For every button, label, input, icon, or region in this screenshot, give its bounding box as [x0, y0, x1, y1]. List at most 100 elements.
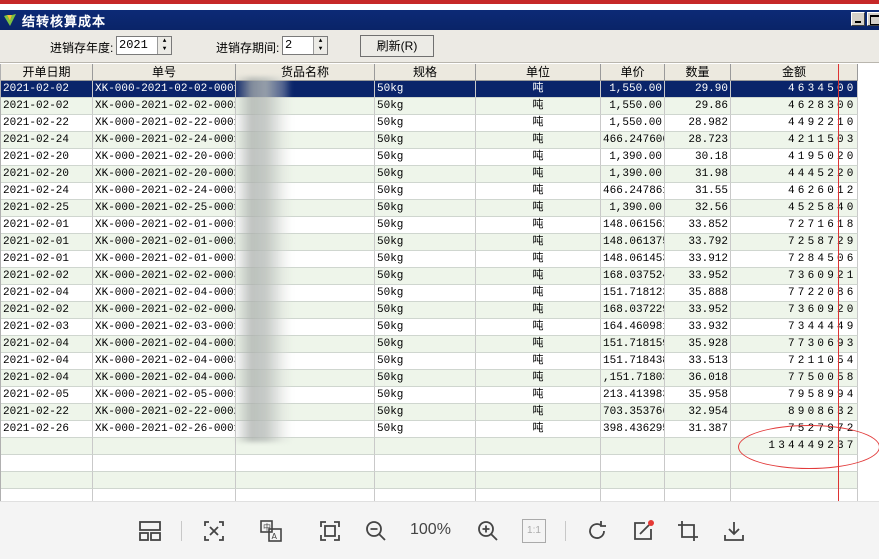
qty-cell[interactable]: 33.952: [665, 268, 731, 285]
qty-cell[interactable]: 31.98: [665, 166, 731, 183]
number-cell[interactable]: XK-000-2021-02-04-0002: [93, 336, 236, 353]
zoom-in-icon[interactable]: [476, 519, 500, 543]
date-cell[interactable]: 2021-02-04: [1, 336, 93, 353]
number-cell[interactable]: XK-000-2021-02-20-0002: [93, 166, 236, 183]
maximize-button[interactable]: [867, 12, 879, 26]
unit-cell[interactable]: 吨: [476, 387, 601, 404]
table-row[interactable]: 2021-02-02 XK-000-2021-02-02-0002 50kg 吨 1,5…: [1, 98, 879, 115]
qty-cell[interactable]: 29.90: [665, 81, 731, 98]
period-stepper-arrows[interactable]: ▲ ▼: [313, 37, 327, 54]
price-cell[interactable]: 164.460981: [601, 319, 665, 336]
table-row[interactable]: 2021-02-02 XK-000-2021-02-02-0004 50kg 吨 168…: [1, 302, 879, 319]
spec-cell[interactable]: 50kg: [375, 353, 476, 370]
date-cell[interactable]: 2021-02-22: [1, 404, 93, 421]
table-row[interactable]: 2021-02-01 XK-000-2021-02-01-0001 50kg 吨 148…: [1, 217, 879, 234]
date-cell[interactable]: 2021-02-20: [1, 149, 93, 166]
qty-cell[interactable]: 33.932: [665, 319, 731, 336]
number-cell[interactable]: XK-000-2021-02-02-0004: [93, 302, 236, 319]
price-cell[interactable]: [601, 438, 665, 455]
refresh-button[interactable]: 刷新(R): [360, 35, 434, 57]
spec-cell[interactable]: 50kg: [375, 302, 476, 319]
arrow-up-icon[interactable]: ▲: [158, 37, 171, 45]
number-cell[interactable]: XK-000-2021-02-26-0001: [93, 421, 236, 438]
qty-cell[interactable]: 33.852: [665, 217, 731, 234]
table-row[interactable]: 2021-02-04 XK-000-2021-02-04-0004 50kg 吨 ,15…: [1, 370, 879, 387]
spec-cell[interactable]: 50kg: [375, 217, 476, 234]
table-row[interactable]: 2021-02-04 XK-000-2021-02-04-0001 50kg 吨 151…: [1, 285, 879, 302]
arrow-down-icon[interactable]: ▼: [158, 45, 171, 53]
table-row[interactable]: 2021-02-03 XK-000-2021-02-03-0001 50kg 吨 164…: [1, 319, 879, 336]
table-row[interactable]: 2021-02-24 XK-000-2021-02-24-0002 50kg 吨 466…: [1, 183, 879, 200]
table-row[interactable]: 2021-02-20 XK-000-2021-02-20-0001 50kg 吨 1,3…: [1, 149, 879, 166]
col-spec-header[interactable]: 规格: [375, 64, 476, 81]
number-cell[interactable]: XK-000-2021-02-01-0001: [93, 217, 236, 234]
price-cell[interactable]: 148.061453: [601, 251, 665, 268]
spec-cell[interactable]: 50kg: [375, 370, 476, 387]
table-row[interactable]: 2021-02-01 XK-000-2021-02-01-0002 50kg 吨 148…: [1, 234, 879, 251]
spec-cell[interactable]: 50kg: [375, 149, 476, 166]
period-stepper[interactable]: 2 ▲ ▼: [282, 36, 328, 55]
date-cell[interactable]: 2021-02-20: [1, 166, 93, 183]
price-cell[interactable]: 703.353766: [601, 404, 665, 421]
spec-cell[interactable]: 50kg: [375, 251, 476, 268]
qty-cell[interactable]: 33.513: [665, 353, 731, 370]
minimize-button[interactable]: [851, 12, 865, 26]
date-cell[interactable]: [1, 438, 93, 455]
price-cell[interactable]: 213.413983: [601, 387, 665, 404]
text-extract-icon[interactable]: [202, 519, 226, 543]
date-cell[interactable]: 2021-02-01: [1, 251, 93, 268]
qty-cell[interactable]: 32.56: [665, 200, 731, 217]
table-row[interactable]: 2021-02-22 XK-000-2021-02-22-0001 50kg 吨 1,5…: [1, 115, 879, 132]
table-row[interactable]: 2021-02-01 XK-000-2021-02-01-0003 50kg 吨 148…: [1, 251, 879, 268]
unit-cell[interactable]: 吨: [476, 200, 601, 217]
table-row[interactable]: 2021-02-04 XK-000-2021-02-04-0003 50kg 吨 151…: [1, 353, 879, 370]
date-cell[interactable]: 2021-02-24: [1, 132, 93, 149]
unit-cell[interactable]: 吨: [476, 98, 601, 115]
unit-cell[interactable]: [476, 438, 601, 455]
qty-cell[interactable]: 33.792: [665, 234, 731, 251]
number-cell[interactable]: XK-000-2021-02-25-0001: [93, 200, 236, 217]
date-cell[interactable]: 2021-02-24: [1, 183, 93, 200]
number-cell[interactable]: XK-000-2021-02-02-0002: [93, 98, 236, 115]
edit-icon[interactable]: [631, 519, 655, 543]
price-cell[interactable]: [601, 455, 665, 472]
download-icon[interactable]: [722, 519, 746, 543]
number-cell[interactable]: XK-000-2021-02-01-0002: [93, 234, 236, 251]
col-unit-header[interactable]: 单位: [476, 64, 601, 81]
number-cell[interactable]: XK-000-2021-02-24-0001: [93, 132, 236, 149]
unit-cell[interactable]: 吨: [476, 336, 601, 353]
translate-icon[interactable]: 中A: [259, 519, 283, 543]
spec-cell[interactable]: 50kg: [375, 234, 476, 251]
date-cell[interactable]: 2021-02-04: [1, 285, 93, 302]
price-cell[interactable]: 1,550.00: [601, 98, 665, 115]
number-cell[interactable]: XK-000-2021-02-04-0003: [93, 353, 236, 370]
qty-cell[interactable]: 31.55: [665, 183, 731, 200]
unit-cell[interactable]: 吨: [476, 302, 601, 319]
spec-cell[interactable]: 50kg: [375, 132, 476, 149]
qty-cell[interactable]: 30.18: [665, 149, 731, 166]
date-cell[interactable]: 2021-02-03: [1, 319, 93, 336]
spec-cell[interactable]: 50kg: [375, 285, 476, 302]
spec-cell[interactable]: 50kg: [375, 98, 476, 115]
unit-cell[interactable]: [476, 472, 601, 489]
unit-cell[interactable]: 吨: [476, 285, 601, 302]
unit-cell[interactable]: 吨: [476, 217, 601, 234]
number-cell[interactable]: XK-000-2021-02-22-0001: [93, 115, 236, 132]
table-row[interactable]: 2021-02-25 XK-000-2021-02-25-0001 50kg 吨 1,3…: [1, 200, 879, 217]
price-cell[interactable]: 168.037229: [601, 302, 665, 319]
qty-cell[interactable]: [665, 438, 731, 455]
qty-cell[interactable]: [665, 472, 731, 489]
date-cell[interactable]: [1, 455, 93, 472]
unit-cell[interactable]: 吨: [476, 251, 601, 268]
date-cell[interactable]: 2021-02-25: [1, 200, 93, 217]
date-cell[interactable]: 2021-02-05: [1, 387, 93, 404]
number-cell[interactable]: [93, 472, 236, 489]
rotate-icon[interactable]: [585, 519, 609, 543]
spec-cell[interactable]: 50kg: [375, 404, 476, 421]
col-number-header[interactable]: 单号: [93, 64, 236, 81]
number-cell[interactable]: [93, 438, 236, 455]
date-cell[interactable]: 2021-02-26: [1, 421, 93, 438]
empty-row[interactable]: [1, 472, 879, 489]
spec-cell[interactable]: 50kg: [375, 183, 476, 200]
qty-cell[interactable]: 28.982: [665, 115, 731, 132]
